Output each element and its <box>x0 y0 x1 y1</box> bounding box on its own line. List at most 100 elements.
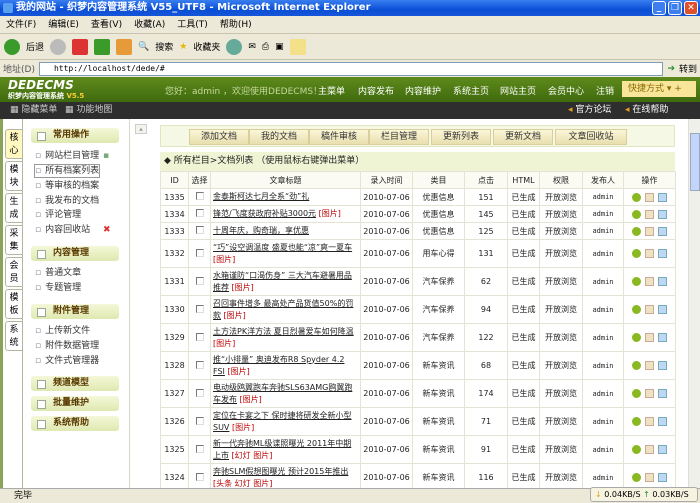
row-checkbox[interactable] <box>195 332 204 341</box>
search-button[interactable]: 搜索 <box>155 40 173 53</box>
row-category[interactable]: 优惠信息 <box>412 205 465 223</box>
nav-logout[interactable]: 注销 <box>596 84 614 97</box>
row-category[interactable]: 汽车保养 <box>412 295 465 324</box>
row-category[interactable]: 汽车保养 <box>412 323 465 352</box>
view-icon[interactable] <box>658 192 667 202</box>
row-checkbox[interactable] <box>195 192 204 200</box>
group-common[interactable]: 常用操作 <box>31 128 119 143</box>
nav-member-center[interactable]: 会员中心 <box>548 84 584 97</box>
help-link[interactable]: ◂ 在线帮助 <box>625 102 668 119</box>
view-icon[interactable] <box>658 389 667 398</box>
group-channel-model[interactable]: 频道模型 <box>31 376 119 391</box>
forward-icon[interactable] <box>50 38 67 55</box>
sidebar-item-comments[interactable]: 评论管理 <box>35 209 81 221</box>
preview-icon[interactable] <box>632 389 641 398</box>
sidebar-item-specials[interactable]: 专题管理 <box>35 282 81 294</box>
view-icon[interactable] <box>658 417 667 426</box>
row-checkbox[interactable] <box>195 444 204 453</box>
sidebar-item-file-manager[interactable]: 文件式管理器 <box>35 355 99 367</box>
row-checkbox[interactable] <box>195 360 204 369</box>
close-button[interactable]: ✕ <box>684 1 698 15</box>
row-title-link[interactable]: “巧”设空调温度 盛夏也能“凉”爽一夏车 <box>213 243 352 252</box>
row-checkbox[interactable] <box>195 209 204 217</box>
row-checkbox[interactable] <box>195 248 204 257</box>
preview-icon[interactable] <box>632 361 641 370</box>
menu-help[interactable]: 帮助(H) <box>220 20 252 30</box>
sidebar-item-recycle[interactable]: 内容回收站 <box>35 224 90 236</box>
history-icon[interactable] <box>226 38 243 55</box>
vtab-module[interactable]: 模块 <box>5 161 22 191</box>
go-button[interactable]: 转到 <box>679 62 697 75</box>
view-icon[interactable] <box>658 333 667 342</box>
edit-icon[interactable] <box>645 209 654 219</box>
row-title-link[interactable]: 电动级鸥翼跑车奔驰SLS63AMG鸥翼跑车发布 <box>213 383 352 404</box>
vtab-template[interactable]: 模板 <box>5 289 22 319</box>
scrollbar-thumb[interactable] <box>690 133 700 191</box>
function-map-link[interactable]: ▦ 功能地图 <box>65 102 112 119</box>
row-checkbox[interactable] <box>195 388 204 397</box>
nav-main-menu[interactable]: 主菜单 <box>318 84 345 97</box>
menu-file[interactable]: 文件(F) <box>6 20 36 30</box>
preview-icon[interactable] <box>632 192 641 202</box>
nav-site-home[interactable]: 网站主页 <box>500 84 536 97</box>
edit-icon[interactable] <box>645 473 654 482</box>
mail-icon[interactable]: ✉ <box>248 42 256 52</box>
stop-icon[interactable] <box>72 38 89 55</box>
restore-button[interactable]: ❐ <box>668 1 682 15</box>
preview-icon[interactable] <box>632 209 641 219</box>
my-docs-button[interactable]: 我的文档 <box>249 129 309 145</box>
sidebar-item-category-manage[interactable]: 网站栏目管理 <box>35 150 99 162</box>
view-icon[interactable] <box>658 361 667 370</box>
menu-favorites[interactable]: 收藏(A) <box>134 20 165 30</box>
vtab-generate[interactable]: 生成 <box>5 193 22 223</box>
edit-icon[interactable] <box>645 333 654 342</box>
group-attachments[interactable]: 附件管理 <box>31 304 119 319</box>
edit-icon[interactable] <box>645 445 654 454</box>
edit-icon[interactable] <box>645 417 654 426</box>
refresh-icon[interactable] <box>94 38 111 55</box>
sidebar-item-pending[interactable]: 等审核的档案 <box>35 180 99 192</box>
forum-link[interactable]: ◂ 官方论坛 <box>568 102 611 119</box>
minimize-button[interactable]: _ <box>652 1 666 15</box>
row-category[interactable]: 新车资讯 <box>412 379 465 408</box>
menu-view[interactable]: 查看(V) <box>91 20 122 30</box>
preview-icon[interactable] <box>632 249 641 258</box>
preview-icon[interactable] <box>632 473 641 482</box>
quick-menu-dropdown[interactable]: 快捷方式 ▾ + <box>622 81 696 97</box>
edit-icon[interactable] <box>645 305 654 314</box>
row-title-link[interactable]: 奔驰SLM假想图曝光 预计2015年推出 <box>213 467 348 476</box>
row-checkbox[interactable] <box>195 304 204 313</box>
category-button[interactable]: 栏目管理 <box>369 129 429 145</box>
home-icon[interactable] <box>116 38 133 55</box>
back-icon[interactable] <box>4 38 20 55</box>
review-button[interactable]: 稿件审核 <box>309 129 369 145</box>
notes-icon[interactable] <box>289 38 306 55</box>
delete-icon[interactable]: ✖ <box>103 225 111 235</box>
vtab-member[interactable]: 会员 <box>5 257 22 287</box>
edit-icon[interactable] <box>645 249 654 258</box>
update-list-button[interactable]: 更新列表 <box>431 129 491 145</box>
edit-icon[interactable] <box>645 361 654 370</box>
print-icon[interactable]: ⎙ <box>262 42 269 52</box>
vtab-collect[interactable]: 采集 <box>5 225 22 255</box>
preview-icon[interactable] <box>632 417 641 426</box>
row-checkbox[interactable] <box>195 472 204 481</box>
nav-publish[interactable]: 内容发布 <box>358 84 394 97</box>
view-icon[interactable] <box>658 209 667 219</box>
row-checkbox[interactable] <box>195 276 204 285</box>
row-checkbox[interactable] <box>195 416 204 425</box>
sidebar-item-all-archives[interactable]: 所有档案列表 <box>33 164 101 178</box>
edit-icon[interactable] <box>645 226 654 236</box>
edit-icon[interactable] <box>645 192 654 202</box>
sidebar-item-articles[interactable]: 普通文章 <box>35 267 81 279</box>
row-category[interactable]: 新车资讯 <box>412 407 465 436</box>
go-arrow-icon[interactable]: ➔ <box>667 64 675 74</box>
back-button[interactable]: 后退 <box>26 40 44 53</box>
group-content[interactable]: 内容管理 <box>31 246 119 261</box>
preview-icon[interactable] <box>632 333 641 342</box>
row-title-link[interactable]: 十周年庆，购奇瑞，享优惠 <box>213 226 309 235</box>
row-category[interactable]: 优惠信息 <box>412 222 465 240</box>
menu-tools[interactable]: 工具(T) <box>177 20 208 30</box>
add-icon[interactable]: ▪ <box>103 151 109 161</box>
row-category[interactable]: 新车资讯 <box>412 435 465 464</box>
